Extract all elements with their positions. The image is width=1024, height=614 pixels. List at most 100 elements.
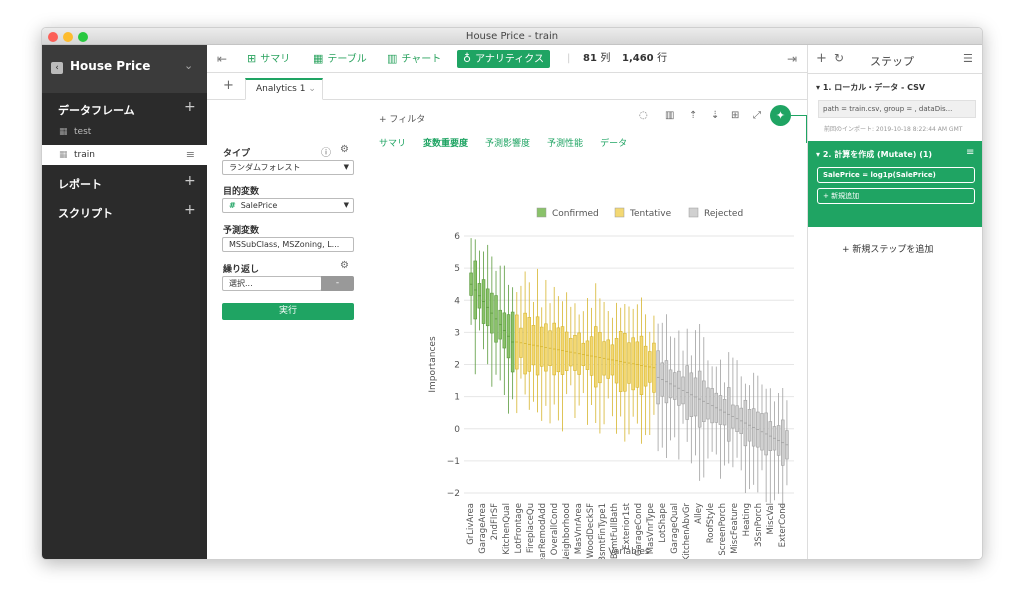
settings-sliders-icon[interactable]: ☰	[963, 52, 973, 65]
reports-section[interactable]: レポート	[58, 176, 102, 192]
lightbulb-icon: ♁	[463, 52, 472, 65]
numeric-icon: #	[229, 201, 236, 210]
type-select[interactable]: ランダムフォレスト ▼	[222, 160, 354, 175]
add-step-button[interactable]: + 新規ステップを追加	[842, 242, 933, 255]
step-1-note: 前回のインポート: 2019-10-18 8:22:44 AM GMT	[824, 126, 963, 133]
x-tick-label: Alley	[694, 503, 704, 524]
dataset-item-test[interactable]: ▦ test	[42, 122, 207, 142]
step-2-label: 2. 計算を作成 (Mutate) (1)	[822, 150, 933, 159]
steps-header: ステップ	[870, 55, 914, 68]
collapse-left-icon[interactable]: ⇤	[217, 51, 227, 67]
gear-icon[interactable]: ⚙	[340, 144, 349, 155]
menu-icon[interactable]: ≡	[186, 145, 195, 165]
gear-icon[interactable]: ⚙	[340, 260, 349, 271]
predictors-input[interactable]: MSSubClass, MSZoning, L...	[222, 237, 354, 252]
y-tick-label: 5	[454, 264, 460, 274]
refresh-icon[interactable]: ↻	[834, 51, 844, 65]
add-dataframe-button[interactable]: +	[184, 99, 196, 115]
analytics-settings-panel: タイプ ⓘ ⚙ ランダムフォレスト ▼ 目的変数 # SalePrice ▼ 予測変数…	[207, 100, 359, 559]
step-1-code[interactable]: path = train.csv, group = , dataDis...	[818, 100, 976, 118]
menu-icon[interactable]: ≡	[966, 147, 974, 158]
chevron-down-icon: ▾	[816, 150, 823, 159]
subtab-4[interactable]: データ	[600, 139, 627, 149]
add-report-button[interactable]: +	[184, 173, 196, 189]
scripts-section[interactable]: スクリプト	[58, 205, 113, 221]
summary-button[interactable]: ⊞ サマリ	[247, 51, 290, 68]
x-tick-label: OverallCond	[550, 503, 560, 555]
pin-button[interactable]: ✦	[770, 105, 791, 126]
subtab-0[interactable]: サマリ	[379, 139, 406, 149]
x-tick-label: YearRemodAdd	[538, 503, 548, 560]
target-select[interactable]: # SalePrice ▼	[222, 198, 354, 213]
column-count-value: 81	[583, 53, 597, 64]
back-icon[interactable]: ‹	[51, 62, 63, 74]
x-tick-label: WoodDeckSF	[586, 503, 596, 558]
target-label: 目的変数	[223, 187, 260, 197]
add-script-button[interactable]: +	[184, 202, 196, 218]
chart-button[interactable]: ▥ チャート	[387, 51, 441, 68]
table-icon: ▦	[59, 150, 68, 160]
x-tick-label: RoofStyle	[706, 503, 716, 543]
chevron-down-icon[interactable]: ⌄	[305, 84, 316, 94]
legend-label: Rejected	[704, 209, 743, 219]
chevron-down-icon[interactable]: ⌄	[184, 59, 193, 72]
y-tick-label: −2	[447, 489, 460, 499]
subtab-2[interactable]: 予測影響度	[485, 139, 530, 149]
legend-swatch	[614, 207, 625, 218]
subtab-1[interactable]: 変数重要度	[423, 139, 468, 149]
summary-label: サマリ	[260, 54, 291, 65]
download-icon[interactable]: ⇣	[711, 110, 719, 121]
x-tick-label: MiscFeature	[730, 503, 740, 554]
filter-button[interactable]: + フィルタ	[379, 112, 425, 125]
separator: |	[567, 53, 571, 64]
minimize-window-button[interactable]	[63, 32, 73, 42]
add-new-button[interactable]: + 新規追加	[817, 188, 975, 204]
comment-icon[interactable]: ◌	[639, 110, 648, 121]
repeat-select[interactable]: 選択...	[222, 276, 322, 291]
step-1-title[interactable]: ▾ 1. ローカル・データ - CSV	[816, 82, 925, 93]
close-window-button[interactable]	[48, 32, 58, 42]
x-tick-label: KitchenQual	[502, 503, 512, 555]
x-tick-label: LotFrontage	[514, 503, 524, 553]
x-tick-label: MasVnrType	[646, 503, 656, 554]
subtab-3[interactable]: 予測性能	[547, 139, 583, 149]
step-2-card[interactable]: ▾ 2. 計算を作成 (Mutate) (1) ≡ SalePrice = lo…	[808, 141, 982, 227]
add-tab-button[interactable]: +	[223, 78, 234, 93]
bar-chart-icon[interactable]: ▥	[665, 110, 674, 121]
x-tick-label: Exterior1st	[622, 502, 632, 549]
column-unit: 列	[600, 53, 611, 64]
y-tick-label: 1	[454, 393, 460, 403]
table-button[interactable]: ▦ テーブル	[313, 51, 367, 68]
analytics-button[interactable]: ♁ アナリティクス	[457, 50, 550, 68]
project-header[interactable]: ‹ House Price ⌄	[42, 45, 207, 93]
collapse-right-icon[interactable]: ⇥	[787, 51, 797, 67]
y-axis-label: Importances	[428, 336, 438, 393]
x-tick-label: GarageArea	[478, 503, 488, 554]
tab-label: Analytics 1	[256, 84, 306, 94]
y-tick-label: 2	[454, 361, 460, 371]
dataset-item-train[interactable]: ▦ train ≡	[42, 145, 207, 165]
dropdown-arrow-icon: ▼	[343, 201, 349, 209]
type-value: ランダムフォレスト	[229, 163, 301, 172]
run-button[interactable]: 実行	[222, 303, 354, 320]
add-step-icon[interactable]: +	[816, 51, 827, 66]
y-tick-label: 6	[454, 232, 460, 242]
table-icon: ▦	[59, 127, 68, 137]
zoom-window-button[interactable]	[78, 32, 88, 42]
step-2-title: ▾ 2. 計算を作成 (Mutate) (1)	[816, 149, 932, 160]
y-tick-label: 3	[454, 328, 460, 338]
upload-icon[interactable]: ⇡	[689, 110, 697, 121]
repeat-clear-button[interactable]: -	[321, 276, 354, 291]
tab-analytics-1[interactable]: Analytics 1 ⌄	[245, 78, 323, 100]
table-icon[interactable]: ⊞	[731, 110, 739, 121]
x-tick-label: BsmtFullBath	[610, 503, 620, 559]
help-icon[interactable]: ⓘ	[321, 144, 331, 159]
filter-label: フィルタ	[389, 115, 426, 125]
x-tick-label: ScreenPorch	[718, 503, 728, 556]
dataframes-section[interactable]: データフレーム	[58, 102, 135, 118]
step-2-code[interactable]: SalePrice = log1p(SalePrice)	[817, 167, 975, 183]
expand-icon[interactable]: ⤢	[753, 110, 761, 121]
y-tick-label: 4	[454, 296, 460, 306]
pin-connector	[791, 115, 807, 116]
steps-panel: + ↻ ステップ ☰ ▾ 1. ローカル・データ - CSV path = tr…	[807, 45, 982, 559]
